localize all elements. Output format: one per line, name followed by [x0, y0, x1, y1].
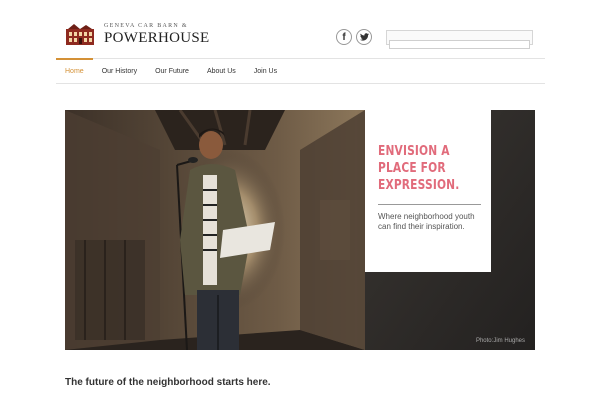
promo-subtext: Where neighborhood youth can find their … [378, 211, 475, 232]
site-logo[interactable]: GENEVA CAR BARN & POWERHOUSE [66, 22, 209, 46]
search-box [386, 30, 533, 49]
facebook-icon[interactable]: f [336, 29, 352, 45]
nav-item-home[interactable]: Home [56, 58, 93, 83]
nav-item-our-history[interactable]: Our History [93, 59, 146, 83]
main-nav: Home Our History Our Future About Us Joi… [56, 58, 545, 84]
photo-credit: Photo:Jim Hughes [475, 338, 525, 344]
logo-subtitle: GENEVA CAR BARN & [104, 22, 188, 29]
nav-item-join-us[interactable]: Join Us [245, 59, 286, 83]
nav-item-our-future[interactable]: Our Future [146, 59, 198, 83]
logo-title: POWERHOUSE [104, 29, 210, 46]
promo-box: ENVISION A PLACE FOR EXPRESSION. Where n… [365, 110, 491, 272]
twitter-icon[interactable] [356, 29, 372, 45]
nav-item-about-us[interactable]: About Us [198, 59, 245, 83]
promo-divider [378, 203, 481, 205]
hero-banner[interactable]: ENVISION A PLACE FOR EXPRESSION. Where n… [65, 110, 535, 350]
search-input[interactable] [389, 40, 530, 49]
building-logo-icon [66, 23, 94, 45]
promo-headline: ENVISION A PLACE FOR EXPRESSION. [378, 144, 460, 193]
page-tagline: The future of the neighborhood starts he… [65, 377, 271, 388]
